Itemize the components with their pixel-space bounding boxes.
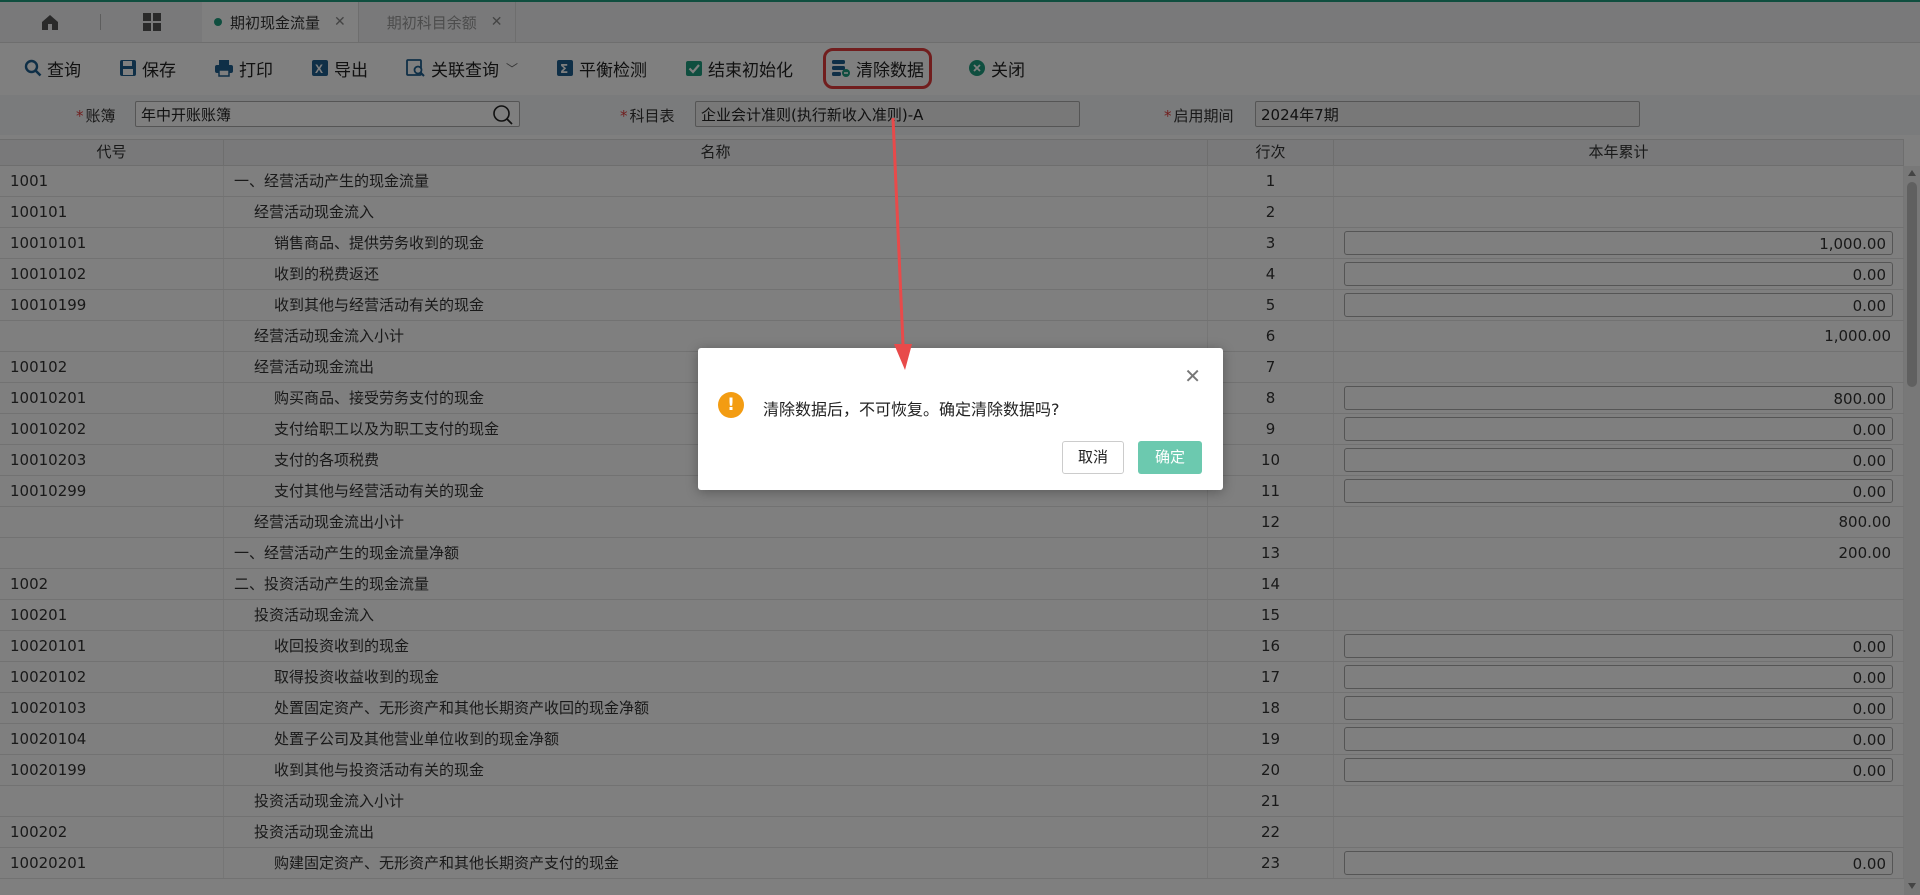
cancel-button[interactable]: 取消 xyxy=(1062,441,1124,474)
confirm-button[interactable]: 确定 xyxy=(1138,441,1202,474)
dialog-message: 清除数据后，不可恢复。确定清除数据吗? xyxy=(763,400,1060,419)
close-icon[interactable]: ✕ xyxy=(1184,364,1201,388)
confirm-dialog: ✕ ! 清除数据后，不可恢复。确定清除数据吗? 取消 确定 xyxy=(698,348,1223,490)
warning-icon: ! xyxy=(718,392,744,418)
